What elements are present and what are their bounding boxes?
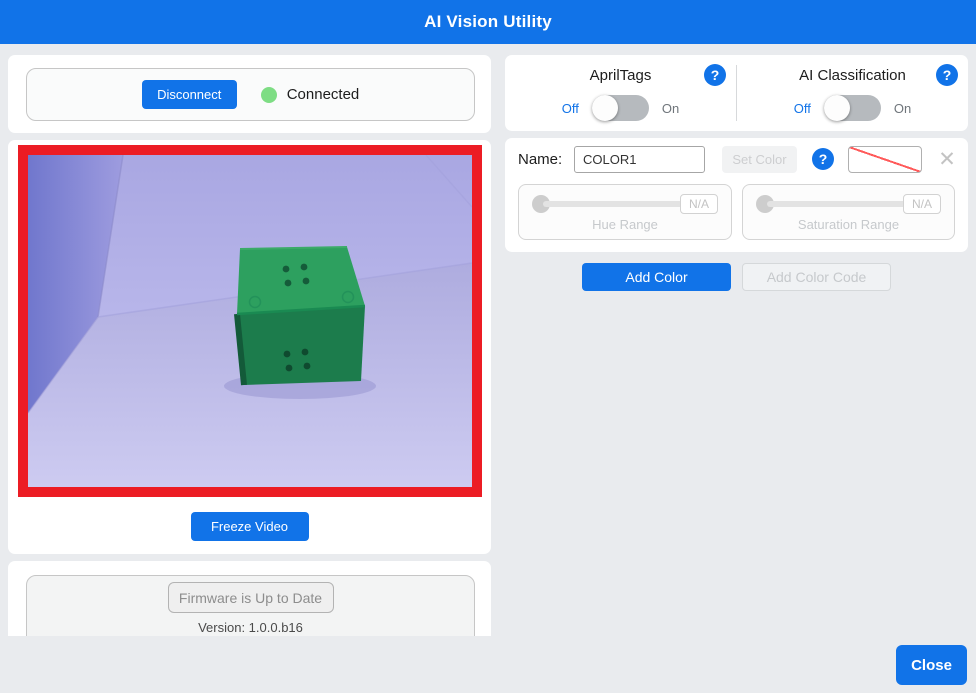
- cube-front-face: [237, 306, 365, 385]
- apriltags-on-label: On: [661, 100, 680, 116]
- saturation-value-badge: N/A: [903, 194, 941, 214]
- connected-dot-icon: [260, 86, 277, 103]
- saturation-range-label: Saturation Range: [797, 217, 900, 232]
- slider-track: [543, 201, 686, 207]
- name-label: Name:: [518, 151, 563, 168]
- firmware-status-button[interactable]: Firmware is Up to Date: [167, 582, 334, 613]
- slider-track: [767, 201, 909, 207]
- ai-classification-section: AI Classification ? Off On: [737, 55, 968, 131]
- connection-status-label: Connected: [286, 86, 360, 103]
- color-help-icon[interactable]: ?: [812, 148, 834, 170]
- ai-classification-off-label: Off: [793, 100, 811, 116]
- hue-value-badge: N/A: [680, 194, 718, 214]
- hue-range-label: Hue Range: [592, 217, 658, 232]
- add-color-code-button[interactable]: Add Color Code: [742, 263, 891, 291]
- title-bar: AI Vision Utility: [0, 0, 976, 44]
- color-editor-card: Name: Set Color ? ✕ N/A Hue Range N/A Sa…: [505, 138, 968, 252]
- hue-range-slider[interactable]: N/A Hue Range: [518, 184, 732, 240]
- disconnect-button[interactable]: Disconnect: [141, 80, 237, 109]
- video-scene: [28, 155, 472, 487]
- page-title: AI Vision Utility: [424, 12, 552, 31]
- apriltags-help-icon[interactable]: ?: [704, 64, 726, 86]
- close-button[interactable]: Close: [896, 645, 967, 685]
- toggle-knob: [591, 95, 618, 121]
- color-swatch-empty[interactable]: [848, 146, 922, 173]
- green-cube: [234, 246, 366, 386]
- apriltags-off-label: Off: [561, 100, 579, 116]
- add-color-button[interactable]: Add Color: [582, 263, 731, 291]
- video-card: Freeze Video: [8, 140, 491, 554]
- color-name-input[interactable]: [574, 146, 705, 173]
- apriltags-toggle[interactable]: [591, 95, 649, 121]
- ai-classification-label: AI Classification: [799, 66, 906, 84]
- close-icon[interactable]: ✕: [933, 146, 961, 173]
- freeze-video-button[interactable]: Freeze Video: [190, 512, 309, 541]
- toggle-knob: [823, 95, 850, 121]
- ai-classification-help-icon[interactable]: ?: [936, 64, 958, 86]
- connection-status: Connected: [260, 86, 360, 103]
- video-feed: [18, 145, 482, 497]
- cube-top-face: [237, 247, 365, 314]
- detection-card: AprilTags ? Off On AI Classification ? O…: [505, 55, 968, 131]
- apriltags-label: AprilTags: [589, 66, 652, 84]
- apriltags-section: AprilTags ? Off On: [505, 55, 736, 131]
- connection-inner-box: Disconnect Connected: [26, 68, 475, 121]
- ai-classification-toggle[interactable]: [823, 95, 881, 121]
- connection-card: Disconnect Connected: [8, 55, 491, 133]
- footer-bar: Close: [0, 636, 976, 693]
- saturation-range-slider[interactable]: N/A Saturation Range: [742, 184, 955, 240]
- set-color-button[interactable]: Set Color: [722, 146, 797, 173]
- ai-classification-on-label: On: [893, 100, 912, 116]
- firmware-version-label: Version: 1.0.0.b16: [198, 620, 303, 635]
